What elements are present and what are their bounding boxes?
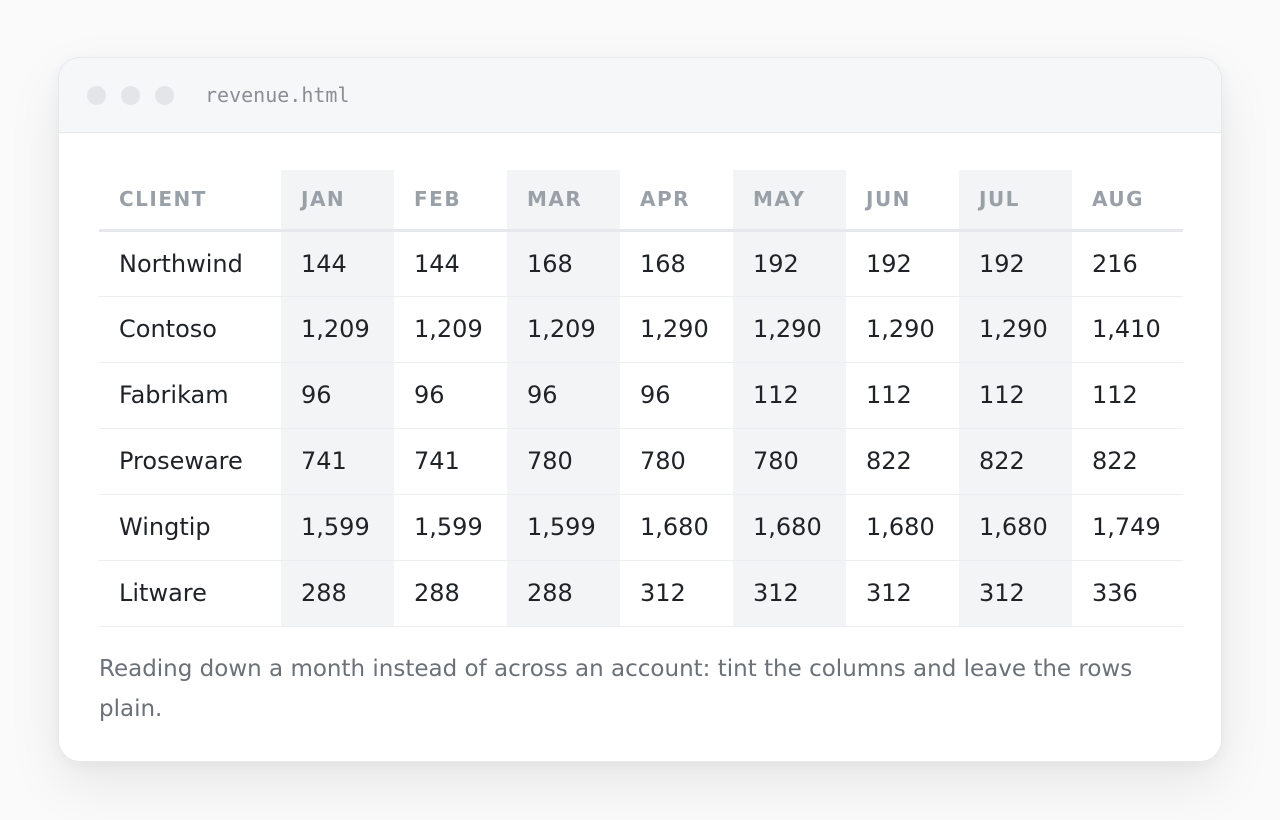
table-cell: 288 (394, 560, 507, 627)
table-cell: 1,290 (620, 296, 733, 363)
column-header-mar: MAR (507, 170, 620, 232)
browser-window: revenue.html CLIENT JAN FEB MAR APR MAY … (58, 57, 1222, 762)
table-cell: 1,410 (1072, 296, 1183, 363)
table-cell: 1,749 (1072, 494, 1183, 561)
table-cell: 741 (394, 428, 507, 495)
table-cell: 1,599 (507, 494, 620, 561)
table-cell: 192 (959, 230, 1072, 297)
table-cell: 1,209 (394, 296, 507, 363)
table-cell: 1,680 (959, 494, 1072, 561)
table-cell: 1,290 (959, 296, 1072, 363)
table-cell: 1,290 (846, 296, 959, 363)
table-cell: 822 (846, 428, 959, 495)
table-cell: 288 (507, 560, 620, 627)
table-cell: 288 (281, 560, 394, 627)
client-name-cell: Proseware (99, 428, 281, 495)
table-cell: 312 (620, 560, 733, 627)
table-row: Wingtip 1,599 1,599 1,599 1,680 1,680 1,… (99, 494, 1183, 561)
table-cell: 780 (620, 428, 733, 495)
table-cell: 112 (846, 362, 959, 429)
table-cell: 1,680 (733, 494, 846, 561)
table-cell: 1,209 (281, 296, 394, 363)
table-cell: 1,599 (281, 494, 394, 561)
table-row: Contoso 1,209 1,209 1,209 1,290 1,290 1,… (99, 296, 1183, 363)
table-cell: 1,680 (620, 494, 733, 561)
table-cell: 1,680 (846, 494, 959, 561)
table-cell: 168 (507, 230, 620, 297)
table-cell: 192 (846, 230, 959, 297)
table-cell: 96 (281, 362, 394, 429)
table-cell: 822 (1072, 428, 1183, 495)
window-close-dot-icon[interactable] (87, 85, 106, 105)
table-cell: 1,290 (733, 296, 846, 363)
table-row: Northwind 144 144 168 168 192 192 192 21… (99, 230, 1183, 297)
table-cell: 96 (507, 362, 620, 429)
table-row: Fabrikam 96 96 96 96 112 112 112 112 (99, 362, 1183, 429)
table-row: Litware 288 288 288 312 312 312 312 336 (99, 560, 1183, 627)
table-cell: 112 (959, 362, 1072, 429)
column-header-jun: JUN (846, 170, 959, 232)
column-header-client: CLIENT (99, 170, 281, 232)
table-cell: 1,209 (507, 296, 620, 363)
table-cell: 216 (1072, 230, 1183, 297)
table-cell: 168 (620, 230, 733, 297)
page-content: CLIENT JAN FEB MAR APR MAY JUN JUL AUG N… (59, 133, 1221, 729)
table-cell: 96 (620, 362, 733, 429)
client-name-cell: Fabrikam (99, 362, 281, 429)
column-header-may: MAY (733, 170, 846, 232)
table-caption-note: Reading down a month instead of across a… (99, 655, 1133, 722)
column-header-aug: AUG (1072, 170, 1183, 232)
table-cell: 192 (733, 230, 846, 297)
window-minimize-dot-icon[interactable] (121, 85, 140, 105)
table-cell: 312 (846, 560, 959, 627)
client-name-cell: Wingtip (99, 494, 281, 561)
table-cell: 780 (507, 428, 620, 495)
table-header-row: CLIENT JAN FEB MAR APR MAY JUN JUL AUG (99, 170, 1183, 232)
column-header-jan: JAN (281, 170, 394, 232)
client-name-cell: Northwind (99, 230, 281, 297)
column-header-feb: FEB (394, 170, 507, 232)
table-cell: 780 (733, 428, 846, 495)
column-header-jul: JUL (959, 170, 1072, 232)
table-cell: 822 (959, 428, 1072, 495)
table-cell: 112 (1072, 362, 1183, 429)
revenue-table: CLIENT JAN FEB MAR APR MAY JUN JUL AUG N… (99, 170, 1183, 627)
window-maximize-dot-icon[interactable] (155, 85, 174, 105)
table-cell: 144 (394, 230, 507, 297)
table-cell: 96 (394, 362, 507, 429)
table-cell: 741 (281, 428, 394, 495)
table-row: Proseware 741 741 780 780 780 822 822 82… (99, 428, 1183, 495)
client-name-cell: Litware (99, 560, 281, 627)
table-cell: 312 (733, 560, 846, 627)
column-header-apr: APR (620, 170, 733, 232)
table-cell: 1,599 (394, 494, 507, 561)
table-cell: 312 (959, 560, 1072, 627)
client-name-cell: Contoso (99, 296, 281, 363)
title-bar: revenue.html (59, 58, 1221, 133)
file-name: revenue.html (205, 83, 350, 107)
table-cell: 336 (1072, 560, 1183, 627)
table-cell: 144 (281, 230, 394, 297)
table-cell: 112 (733, 362, 846, 429)
